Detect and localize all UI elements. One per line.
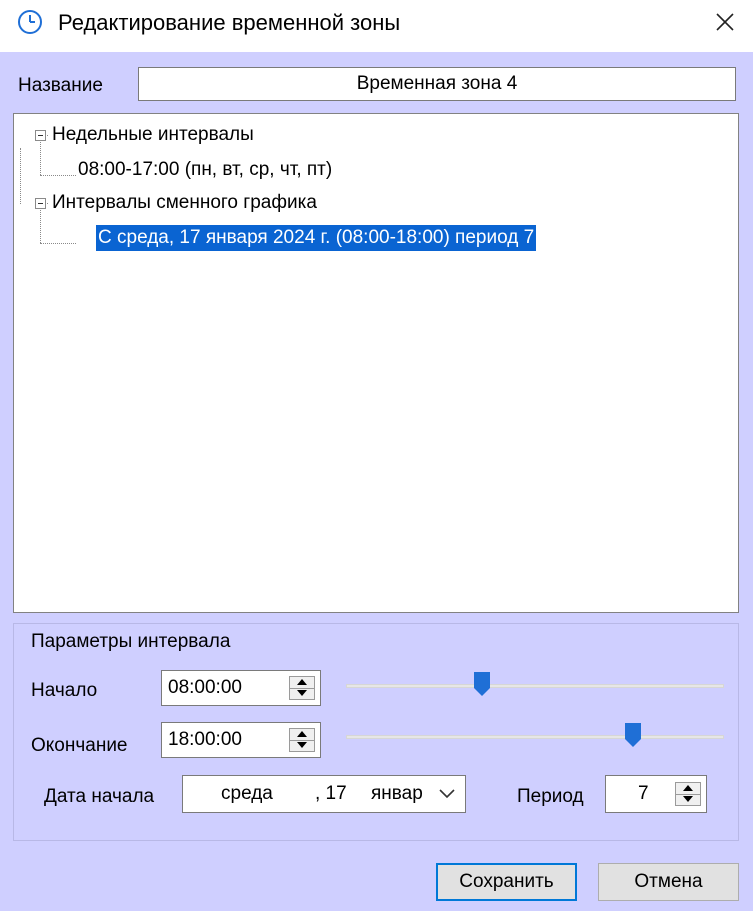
- tree-connector: [40, 208, 41, 243]
- interval-params-title: Параметры интервала: [31, 631, 231, 652]
- end-label: Окончание: [31, 735, 128, 756]
- tree-connector: [40, 243, 76, 244]
- name-label: Название: [18, 75, 103, 96]
- start-date-day[interactable]: , 17: [315, 776, 347, 812]
- tree-connector: [40, 140, 41, 175]
- arrow-up-icon: [297, 679, 307, 685]
- arrow-up-icon: [683, 785, 693, 791]
- tree-node-weekly-intervals[interactable]: Недельные интервалы: [52, 122, 254, 148]
- end-time-spinner[interactable]: [289, 728, 315, 752]
- tree-node-shift-intervals[interactable]: Интервалы сменного графика: [52, 190, 317, 216]
- save-button[interactable]: Сохранить: [436, 863, 577, 901]
- start-date-month[interactable]: январ: [371, 776, 423, 812]
- start-time-value: 08:00:00: [168, 677, 242, 698]
- tree-item-shift-interval-selected[interactable]: С среда, 17 января 2024 г. (08:00-18:00)…: [96, 225, 537, 251]
- period-label: Период: [517, 786, 584, 807]
- start-date-label: Дата начала: [44, 786, 155, 807]
- end-time-slider-thumb[interactable]: [624, 722, 642, 748]
- spin-down-button[interactable]: [290, 688, 314, 699]
- arrow-down-icon: [297, 690, 307, 696]
- spin-down-button[interactable]: [290, 740, 314, 751]
- tree-connector: [40, 175, 76, 176]
- spin-down-button[interactable]: [676, 794, 700, 805]
- start-time-input[interactable]: 08:00:00: [161, 670, 321, 706]
- title-bar: Редактирование временной зоны: [0, 0, 753, 52]
- interval-tree[interactable]: Недельные интервалы 08:00-17:00 (пн, вт,…: [13, 113, 739, 613]
- start-time-slider-track[interactable]: [346, 684, 724, 688]
- close-button[interactable]: [702, 2, 748, 42]
- arrow-down-icon: [683, 796, 693, 802]
- close-icon: [716, 13, 734, 31]
- chevron-down-icon[interactable]: [439, 789, 455, 799]
- collapse-toggle-weekly[interactable]: [35, 130, 46, 141]
- window-title: Редактирование временной зоны: [58, 10, 401, 35]
- start-date-weekday[interactable]: среда: [221, 776, 273, 812]
- end-time-slider-track[interactable]: [346, 735, 724, 739]
- start-time-spinner[interactable]: [289, 676, 315, 700]
- name-input[interactable]: Временная зона 4: [138, 67, 736, 101]
- arrow-up-icon: [297, 731, 307, 737]
- period-input[interactable]: 7: [605, 775, 707, 813]
- period-value: 7: [638, 783, 649, 804]
- start-date-picker[interactable]: среда , 17 январ: [182, 775, 466, 813]
- end-time-input[interactable]: 18:00:00: [161, 722, 321, 758]
- tree-item-weekly-interval[interactable]: 08:00-17:00 (пн, вт, ср, чт, пт): [78, 157, 332, 183]
- start-time-slider-thumb[interactable]: [473, 671, 491, 697]
- start-label: Начало: [31, 680, 98, 701]
- clock-icon: [18, 10, 42, 34]
- tree-connector: [20, 148, 21, 204]
- arrow-down-icon: [297, 742, 307, 748]
- end-time-value: 18:00:00: [168, 729, 242, 750]
- period-spinner[interactable]: [675, 782, 701, 806]
- cancel-button[interactable]: Отмена: [598, 863, 739, 901]
- collapse-toggle-shift[interactable]: [35, 198, 46, 209]
